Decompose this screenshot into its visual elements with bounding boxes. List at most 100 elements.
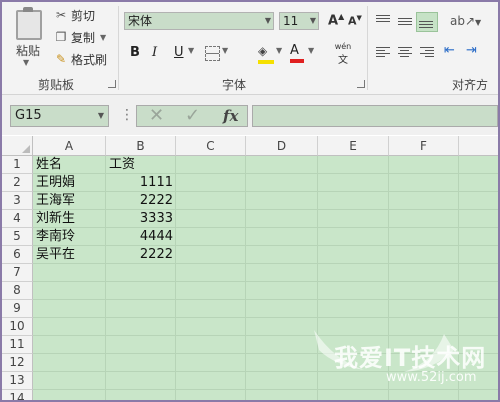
chevron-down-icon: ▼	[97, 111, 104, 120]
cut-button[interactable]: ✂ 剪切	[54, 6, 95, 24]
copy-button[interactable]: ❐ 复制 ▼	[54, 28, 107, 46]
chevron-down-icon[interactable]: ▼	[308, 46, 314, 55]
gridline	[33, 353, 498, 354]
gridline	[317, 156, 318, 400]
cell-b1[interactable]: 工资	[109, 156, 173, 174]
paint-bucket-icon: ◈	[258, 44, 268, 58]
column-header-c[interactable]: C	[176, 136, 246, 156]
cell-a6[interactable]: 吴平在	[36, 246, 105, 264]
font-group-label: 字体	[222, 78, 247, 92]
gridline	[33, 281, 498, 282]
format-painter-button[interactable]: ✎ 格式刷	[54, 50, 107, 68]
column-header-f[interactable]: F	[389, 136, 459, 156]
cell-b3[interactable]: 2222	[109, 192, 173, 210]
row-header-10[interactable]: 10	[2, 318, 33, 336]
row-header-6[interactable]: 6	[2, 246, 33, 264]
column-header-e[interactable]: E	[318, 136, 389, 156]
column-header-d[interactable]: D	[246, 136, 318, 156]
cell-b6[interactable]: 2222	[109, 246, 173, 264]
gridline	[388, 156, 389, 400]
confirm-icon[interactable]: ✓	[185, 106, 200, 126]
column-header-b[interactable]: B	[106, 136, 176, 156]
borders-button[interactable]	[205, 46, 220, 61]
font-name-select[interactable]: 宋体 ▼	[124, 12, 274, 30]
grow-font-label: A	[328, 13, 339, 29]
gridline	[175, 156, 176, 400]
align-left-button[interactable]	[374, 46, 392, 60]
name-box[interactable]: G15 ▼	[10, 105, 109, 127]
row-header-1[interactable]: 1	[2, 156, 33, 174]
bold-button[interactable]: B	[130, 44, 140, 62]
row-header-12[interactable]: 12	[2, 354, 33, 372]
paste-button[interactable]: 粘贴 ▼	[8, 6, 48, 67]
chevron-down-icon: ▼	[309, 16, 316, 25]
phonetic-icon: 文	[338, 55, 348, 66]
top-align-button[interactable]	[374, 14, 392, 28]
worksheet-grid[interactable]: ABCDEF 1 2 3 4 5 6 7 8 9 10 11 12 13 14 姓名 工资 王明娟 1111 王海…	[2, 136, 498, 400]
fill-color-swatch	[258, 60, 274, 64]
clipboard-group-label: 剪贴板	[38, 78, 75, 92]
decrease-indent-button[interactable]: ⇤	[444, 43, 455, 58]
shrink-font-button[interactable]: A▼	[348, 14, 362, 28]
group-divider	[118, 6, 119, 90]
column-header-a[interactable]: A	[33, 136, 106, 156]
grow-font-button[interactable]: A▲	[328, 12, 344, 28]
font-size-select[interactable]: 11 ▼	[279, 12, 319, 30]
row-header-9[interactable]: 9	[2, 300, 33, 318]
chevron-down-icon: ▼	[475, 18, 482, 27]
row-header-4[interactable]: 4	[2, 210, 33, 228]
align-center-button[interactable]	[396, 46, 414, 60]
italic-button[interactable]: I	[152, 44, 157, 62]
row-header-2[interactable]: 2	[2, 174, 33, 192]
chevron-down-icon[interactable]: ▼	[222, 46, 228, 55]
cell-a2[interactable]: 王明娟	[36, 174, 105, 192]
insert-function-button[interactable]: fx	[223, 106, 238, 126]
select-all-button[interactable]	[2, 136, 33, 156]
phonetic-button[interactable]: wén 文	[332, 42, 354, 66]
clipboard-dialog-launcher-icon[interactable]	[108, 80, 116, 88]
cell-a3[interactable]: 王海军	[36, 192, 105, 210]
text-orientation-icon: ab↗	[450, 14, 476, 28]
group-divider	[367, 6, 368, 90]
orientation-button[interactable]: ab↗▼	[450, 14, 481, 28]
chevron-down-icon: ▼	[100, 32, 107, 42]
gridline	[458, 156, 459, 400]
excel-window: 粘贴 ▼ ✂ 剪切 ❐ 复制 ▼ ✎ 格式刷 剪贴板 宋体 ▼ 11 ▼ A▲ …	[0, 0, 500, 402]
clipboard-icon	[16, 7, 42, 40]
middle-align-button[interactable]	[396, 14, 414, 28]
gridline	[245, 156, 246, 400]
row-header-13[interactable]: 13	[2, 372, 33, 390]
align-right-button[interactable]	[418, 46, 436, 60]
cell-a4[interactable]: 刘新生	[36, 210, 105, 228]
paste-label: 粘贴	[15, 44, 40, 58]
more-options-icon[interactable]: ⋮	[120, 107, 134, 123]
bottom-align-button[interactable]	[416, 12, 438, 32]
fill-color-button[interactable]: ◈	[258, 44, 274, 64]
formula-input[interactable]	[252, 105, 498, 127]
chevron-down-icon[interactable]: ▼	[276, 46, 282, 55]
cell-b4[interactable]: 3333	[109, 210, 173, 228]
font-color-button[interactable]: A	[290, 43, 304, 63]
row-header-7[interactable]: 7	[2, 264, 33, 282]
row-header-11[interactable]: 11	[2, 336, 33, 354]
row-header-3[interactable]: 3	[2, 192, 33, 210]
row-header-8[interactable]: 8	[2, 282, 33, 300]
chevron-down-icon[interactable]: ▼	[188, 46, 194, 55]
cell-a5[interactable]: 李南玲	[36, 228, 105, 246]
underline-button[interactable]: U	[174, 44, 184, 62]
decrease-indent-icon: ⇤	[444, 43, 455, 58]
row-header-14[interactable]: 14	[2, 390, 33, 400]
formula-buttons: ✕ ✓ fx	[136, 105, 248, 127]
cancel-icon[interactable]: ✕	[149, 106, 164, 126]
gridline	[33, 371, 498, 372]
borders-icon	[206, 53, 219, 54]
cell-b2[interactable]: 1111	[109, 174, 173, 192]
row-header-5[interactable]: 5	[2, 228, 33, 246]
increase-indent-button[interactable]: ⇥	[466, 43, 477, 58]
cell-a1[interactable]: 姓名	[36, 156, 105, 174]
column-header-g[interactable]	[459, 136, 498, 156]
ribbon-home: 粘贴 ▼ ✂ 剪切 ❐ 复制 ▼ ✎ 格式刷 剪贴板 宋体 ▼ 11 ▼ A▲ …	[2, 2, 498, 109]
paintbrush-icon: ✎	[55, 52, 67, 66]
cell-b5[interactable]: 4444	[109, 228, 173, 246]
font-dialog-launcher-icon[interactable]	[357, 80, 365, 88]
